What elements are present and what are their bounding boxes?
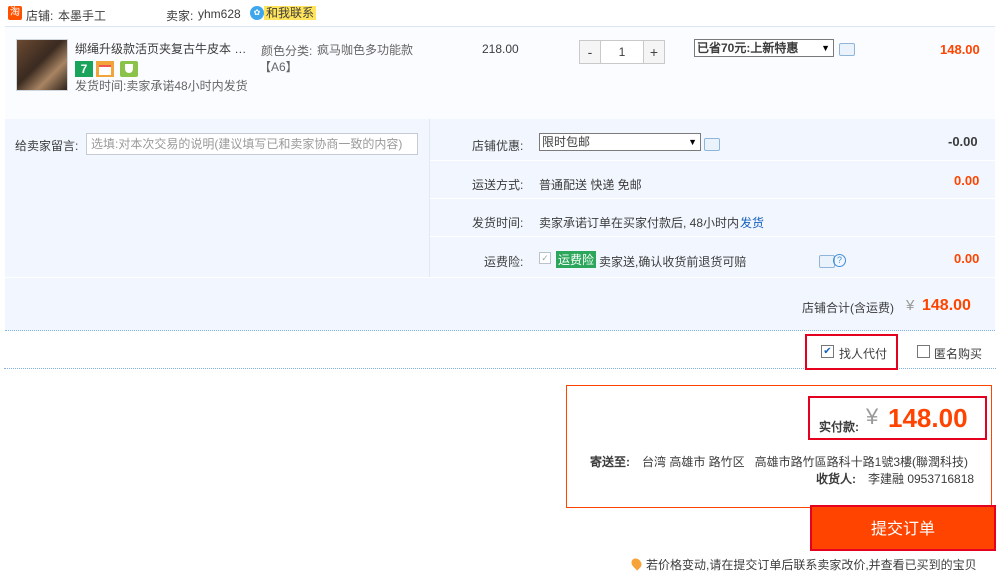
dropdown-arrow-icon: ▼ <box>688 137 697 147</box>
chat-wangwang-icon[interactable]: ✿ <box>250 6 264 20</box>
seller-name: yhm628 <box>198 7 241 21</box>
anonymous-label[interactable]: 匿名购买 <box>934 345 982 362</box>
shipping-fee: 0.00 <box>954 173 980 188</box>
item-title-link[interactable]: 绑绳升级款活页夹复古牛皮本 旅... <box>75 40 255 57</box>
paid-amount: 148.00 <box>888 403 968 433</box>
discount-select[interactable]: 限时包邮 ▼ <box>539 133 701 151</box>
help-icon[interactable]: ? <box>833 254 846 267</box>
message-label: 给卖家留言: <box>15 139 79 153</box>
discount-select-value: 限时包邮 <box>542 135 591 149</box>
item-unit-price: 218.00 <box>482 42 519 56</box>
shop-name-link[interactable]: 本墨手工 <box>58 7 106 24</box>
location-pin-icon <box>629 556 644 571</box>
footer-note: 若价格变动,请在提交订单后联系卖家改价,并查看已买到的宝贝 <box>646 558 977 572</box>
insurance-fee: 0.00 <box>954 251 980 266</box>
receiver-value: 李建融 0953716818 <box>868 472 975 486</box>
item-ship-time: 发货时间:卖家承诺48小时内发货 <box>75 79 248 93</box>
paid-currency: ¥ <box>866 404 879 429</box>
shipping-label: 运送方式: <box>472 178 524 192</box>
delivery-link[interactable]: 发货 <box>740 214 764 231</box>
paid-label: 实付款: <box>819 420 859 434</box>
qty-input[interactable]: 1 <box>601 40 643 64</box>
item-thumbnail[interactable] <box>16 39 68 91</box>
shipping-value: 普通配送 快递 免邮 <box>539 178 642 192</box>
dropdown-arrow-icon: ▼ <box>821 43 830 53</box>
shop-total-label: 店铺合计(含运费) <box>802 301 894 315</box>
credit-card-icon <box>96 61 114 77</box>
promo-select[interactable]: 已省70元:上新特惠 ▼ <box>694 39 834 57</box>
insurance-checkbox: ✓ <box>539 252 551 264</box>
insurance-tag: 运费险 <box>556 251 597 268</box>
ship-to-address: 台湾 高雄市 路竹区 高雄市路竹區路科十路1號3樓(聯潤科技) <box>642 455 969 469</box>
contact-seller-link[interactable]: 和我联系 <box>264 6 317 20</box>
delivery-text: 卖家承诺订单在买家付款后, 48小时内 <box>539 216 740 230</box>
shop-logo-icon: 淘 <box>8 6 22 20</box>
seller-label: 卖家: <box>166 9 194 23</box>
row-divider <box>430 160 995 161</box>
anonymous-checkbox[interactable] <box>917 345 930 358</box>
qty-plus-button[interactable]: + <box>643 40 665 64</box>
ship-to-label: 寄送至: <box>590 455 630 469</box>
promo-select-value: 已省70元:上新特惠 <box>697 41 799 55</box>
proxy-pay-label[interactable]: 找人代付 <box>839 345 887 362</box>
row-divider <box>430 236 995 237</box>
shop-total-currency: ¥ <box>906 297 915 314</box>
comment-icon[interactable] <box>704 138 720 151</box>
submit-order-button[interactable]: 提交订单 <box>810 505 996 551</box>
row-divider <box>430 198 995 199</box>
guarantee-shield-icon <box>120 61 138 77</box>
message-to-seller-input[interactable]: 选填:对本次交易的说明(建议填写已和卖家协商一致的内容) <box>86 133 418 155</box>
item-subtotal: 148.00 <box>940 42 980 57</box>
shop-total: 148.00 <box>922 297 971 314</box>
seven-day-return-icon: 7 <box>75 61 93 77</box>
qty-minus-button[interactable]: - <box>579 40 601 64</box>
sku-value: 疯马咖色多功能款【A6】 <box>259 43 414 74</box>
row-divider <box>5 277 995 278</box>
discount-value: -0.00 <box>948 134 978 149</box>
comment-icon[interactable] <box>839 43 855 56</box>
discount-label: 店铺优惠: <box>472 139 524 153</box>
delivery-label: 发货时间: <box>472 216 524 230</box>
insurance-text: 卖家送,确认收货前退货可赔 <box>599 255 747 269</box>
proxy-pay-checkbox[interactable]: ✔ <box>821 345 834 358</box>
shop-label: 店铺: <box>26 9 54 23</box>
insurance-label: 运费险: <box>484 255 524 269</box>
receiver-label: 收货人: <box>816 472 856 486</box>
